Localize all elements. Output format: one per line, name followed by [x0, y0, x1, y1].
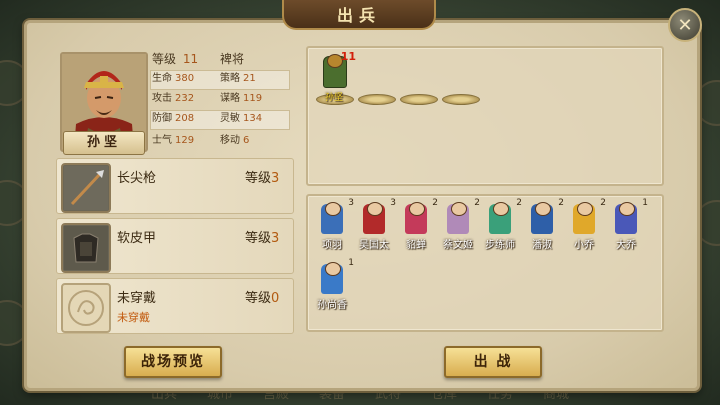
- formation-slot[interactable]: [358, 94, 396, 105]
- equipment-name: 未穿戴: [117, 291, 157, 306]
- unit-head: [367, 202, 383, 216]
- level-value: 11: [182, 52, 199, 66]
- deployed-unit[interactable]: 11 孙坚: [316, 50, 356, 103]
- unit-head: [619, 202, 635, 216]
- unit-head: [493, 202, 509, 216]
- stat-label: 策略: [220, 73, 240, 84]
- unit-level: 3: [348, 198, 354, 208]
- unit-head: [451, 202, 467, 216]
- battlefield-preview-button[interactable]: 战场预览: [124, 346, 222, 378]
- stat-morale: 士气 129: [152, 132, 194, 150]
- stat-value: 208: [175, 113, 195, 124]
- equipment-status: 未穿戴: [117, 311, 150, 324]
- equipment-level-label: 等级: [245, 171, 272, 186]
- stat-value: 134: [243, 113, 263, 124]
- stat-value: 232: [175, 93, 195, 104]
- stat-tactics: 谋略 119: [220, 90, 262, 108]
- roster-unit[interactable]: 2 步练师: [482, 198, 522, 251]
- unit-level: 11: [340, 50, 356, 63]
- equipment-slot-armor[interactable]: 软皮甲 等级3: [56, 218, 294, 274]
- unit-level: 2: [600, 198, 606, 208]
- equipment-slot-accessory[interactable]: 未穿戴 等级0 未穿戴: [56, 278, 294, 334]
- equipment-level-value: 3: [271, 231, 280, 246]
- spear-icon: [61, 163, 111, 213]
- stat-defense: 防御 208: [152, 110, 194, 128]
- stat-label: 灵敏: [220, 113, 240, 124]
- armor-icon: [61, 223, 111, 273]
- stat-strategy: 策略 21: [220, 70, 256, 88]
- equipment-level-value: 3: [271, 171, 280, 186]
- stat-label: 士气: [152, 135, 172, 146]
- unit-level: 2: [558, 198, 564, 208]
- equipment-level-label: 等级: [245, 231, 272, 246]
- stat-value: 6: [243, 135, 250, 146]
- stat-label: 移动: [220, 135, 240, 146]
- unit-level: 1: [348, 258, 354, 268]
- equipment-name: 长尖枪: [117, 171, 157, 186]
- equipment-level-label: 等级: [245, 291, 272, 306]
- equipment-slot-weapon[interactable]: 长尖枪 等级3: [56, 158, 294, 214]
- stat-movement: 移动 6: [220, 132, 249, 150]
- dialog-title: 出兵: [282, 0, 436, 30]
- stat-value: 21: [243, 73, 256, 84]
- roster-unit[interactable]: 3 吴国太: [356, 198, 396, 251]
- unit-head: [325, 262, 341, 276]
- level-label: 等级: [152, 52, 177, 66]
- unit-level: 2: [474, 198, 480, 208]
- hero-rank: 裨将: [220, 52, 245, 66]
- formation-slot[interactable]: [442, 94, 480, 105]
- unit-level: 3: [390, 198, 396, 208]
- unit-head: [577, 202, 593, 216]
- roster-unit[interactable]: 1 孙尚香: [314, 258, 354, 311]
- hero-name: 孙坚: [63, 131, 145, 155]
- equipment-level: 等级3: [245, 227, 279, 246]
- stat-label: 攻击: [152, 93, 172, 104]
- unit-head: [325, 202, 341, 216]
- equipment-name: 软皮甲: [117, 231, 157, 246]
- stat-value: 119: [243, 93, 263, 104]
- unit-level: 2: [432, 198, 438, 208]
- stat-attack: 攻击 232: [152, 90, 194, 108]
- equipment-level: 等级0: [245, 287, 279, 306]
- stat-value: 129: [175, 135, 195, 146]
- formation-slot[interactable]: [400, 94, 438, 105]
- unit-head: [409, 202, 425, 216]
- stat-label: 谋略: [220, 93, 240, 104]
- unit-head: [535, 202, 551, 216]
- hero-level: 等级 11: [152, 50, 198, 68]
- unit-level: 1: [642, 198, 648, 208]
- roster-unit[interactable]: 1 大乔: [608, 198, 648, 251]
- equipment-level: 等级3: [245, 167, 279, 186]
- roster-unit[interactable]: 2 貂蝉: [398, 198, 438, 251]
- formation-area[interactable]: [306, 46, 664, 186]
- roster-unit[interactable]: 2 潘淑: [524, 198, 564, 251]
- stat-agility: 灵敏 134: [220, 110, 262, 128]
- dragon-emblem-icon: [61, 283, 111, 333]
- unit-name: 大乔: [616, 240, 636, 251]
- roster-unit[interactable]: 3 项羽: [314, 198, 354, 251]
- roster-unit[interactable]: 2 蔡文姬: [440, 198, 480, 251]
- deploy-button[interactable]: 出 战: [444, 346, 542, 378]
- stat-label: 生命: [152, 73, 172, 84]
- unit-name: 孙坚: [324, 93, 343, 103]
- stat-value: 380: [175, 73, 195, 84]
- unit-level: 2: [516, 198, 522, 208]
- stat-label: 防御: [152, 113, 172, 124]
- stat-hp: 生命 380: [152, 70, 194, 88]
- roster-unit[interactable]: 2 小乔: [566, 198, 606, 251]
- equipment-level-value: 0: [271, 291, 280, 306]
- unit-name: 孙尚香: [317, 300, 347, 311]
- close-button[interactable]: ✕: [668, 8, 702, 42]
